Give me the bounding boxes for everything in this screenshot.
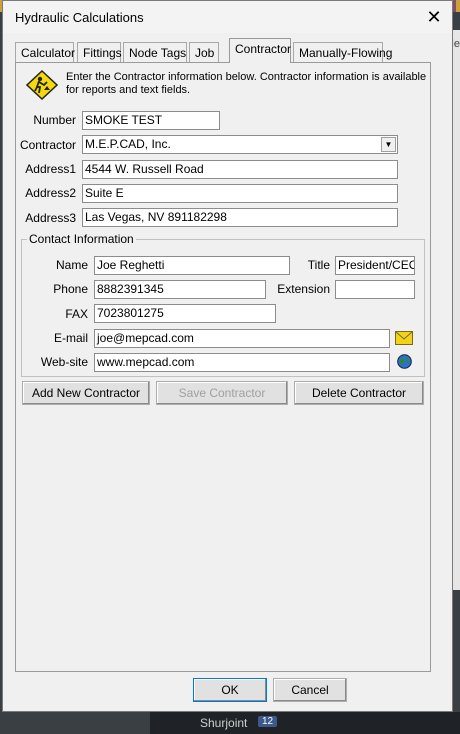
tab-manually-flowing[interactable]: Manually-Flowing: [293, 42, 392, 62]
extension-label: Extension: [277, 282, 330, 296]
name-input[interactable]: Joe Reghetti: [94, 256, 290, 275]
contractor-select[interactable]: M.E.P.CAD, Inc. ▼: [82, 135, 398, 154]
email-input[interactable]: joe@mepcad.com: [94, 329, 390, 348]
number-input[interactable]: SMOKE TEST: [82, 111, 220, 130]
contact-information-group: Contact Information Name Joe Reghetti Ti…: [21, 232, 425, 377]
instructions-text: Enter the Contractor information below. …: [66, 71, 427, 96]
contact-information-legend: Contact Information: [27, 232, 136, 246]
title-label: Title: [307, 258, 330, 272]
phone-label: Phone: [53, 282, 88, 296]
address3-input[interactable]: Las Vegas, NV 891182298: [82, 208, 398, 227]
add-new-contractor-button[interactable]: Add New Contractor: [22, 381, 150, 405]
contractor-select-value: M.E.P.CAD, Inc.: [85, 137, 171, 151]
delete-contractor-button[interactable]: Delete Contractor: [294, 381, 424, 405]
email-label: E-mail: [53, 331, 88, 345]
tab-node-tags[interactable]: Node Tags: [123, 42, 187, 62]
address1-input[interactable]: 4544 W. Russell Road: [82, 160, 398, 179]
fax-label: FAX: [65, 307, 88, 321]
address3-label: Address3: [25, 211, 76, 225]
contractor-label: Contractor: [19, 138, 76, 152]
address2-input[interactable]: Suite E: [82, 184, 398, 203]
hydraulic-calculations-dialog: Hydraulic Calculations ✕ Calculator Fitt…: [2, 0, 453, 712]
extension-input[interactable]: [335, 280, 415, 299]
website-input[interactable]: www.mepcad.com: [94, 353, 390, 372]
address1-label: Address1: [25, 162, 76, 176]
number-label: Number: [33, 113, 76, 127]
cancel-button[interactable]: Cancel: [273, 678, 347, 702]
tab-fittings[interactable]: Fittings: [77, 42, 122, 62]
globe-icon[interactable]: [397, 354, 412, 369]
fax-input[interactable]: 7023801275: [94, 304, 276, 323]
phone-input[interactable]: 8882391345: [94, 280, 266, 299]
address2-label: Address2: [25, 186, 76, 200]
title-bar: Hydraulic Calculations ✕: [3, 1, 452, 33]
taskbar-label[interactable]: Shurjoint: [200, 716, 247, 730]
construction-sign-icon: [26, 70, 58, 100]
window-title: Hydraulic Calculations: [15, 10, 144, 25]
contractor-panel: Enter the Contractor information below. …: [15, 62, 431, 672]
close-button[interactable]: ✕: [416, 1, 452, 33]
taskbar: Shurjoint 12: [150, 712, 460, 734]
background-window-edge: [452, 30, 460, 590]
tab-contractor[interactable]: Contractor: [229, 38, 291, 63]
ok-button[interactable]: OK: [193, 678, 267, 702]
title-input[interactable]: President/CEO: [335, 256, 415, 275]
name-label: Name: [55, 258, 88, 272]
envelope-icon[interactable]: [395, 331, 413, 345]
tab-job[interactable]: Job: [189, 42, 219, 62]
chevron-down-icon[interactable]: ▼: [381, 137, 396, 152]
taskbar-badge: 12: [258, 716, 278, 727]
website-label: Web-site: [40, 355, 88, 369]
tab-calculator[interactable]: Calculator: [15, 42, 75, 62]
save-contractor-button[interactable]: Save Contractor: [156, 381, 288, 405]
